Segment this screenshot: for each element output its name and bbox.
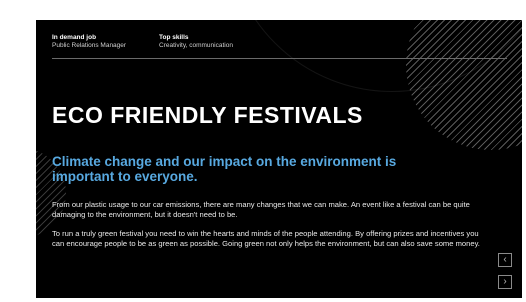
slide-title: ECO FRIENDLY FESTIVALS bbox=[52, 102, 363, 128]
body-paragraph-2: To run a truly green festival you need t… bbox=[52, 229, 480, 248]
body-paragraph-1: From our plastic usage to our car emissi… bbox=[52, 200, 470, 219]
slide: In demand job Public Relations Manager T… bbox=[36, 20, 522, 298]
previous-slide-button[interactable]: ‹ bbox=[498, 253, 512, 267]
slide-subtitle: Climate change and our impact on the env… bbox=[52, 154, 397, 184]
in-demand-job: In demand job Public Relations Manager bbox=[52, 34, 126, 50]
next-slide-button[interactable]: › bbox=[498, 275, 512, 289]
chevron-right-icon: › bbox=[503, 276, 507, 287]
hatched-circle-decoration bbox=[406, 20, 522, 150]
in-demand-job-label: In demand job bbox=[52, 34, 97, 41]
in-demand-job-value: Public Relations Manager bbox=[52, 42, 127, 49]
header-divider bbox=[52, 58, 507, 59]
top-skills-label: Top skills bbox=[159, 34, 189, 41]
top-skills-value: Creativity, communication bbox=[159, 42, 233, 49]
chevron-left-icon: ‹ bbox=[503, 254, 507, 265]
top-skills: Top skills Creativity, communication bbox=[159, 34, 233, 50]
